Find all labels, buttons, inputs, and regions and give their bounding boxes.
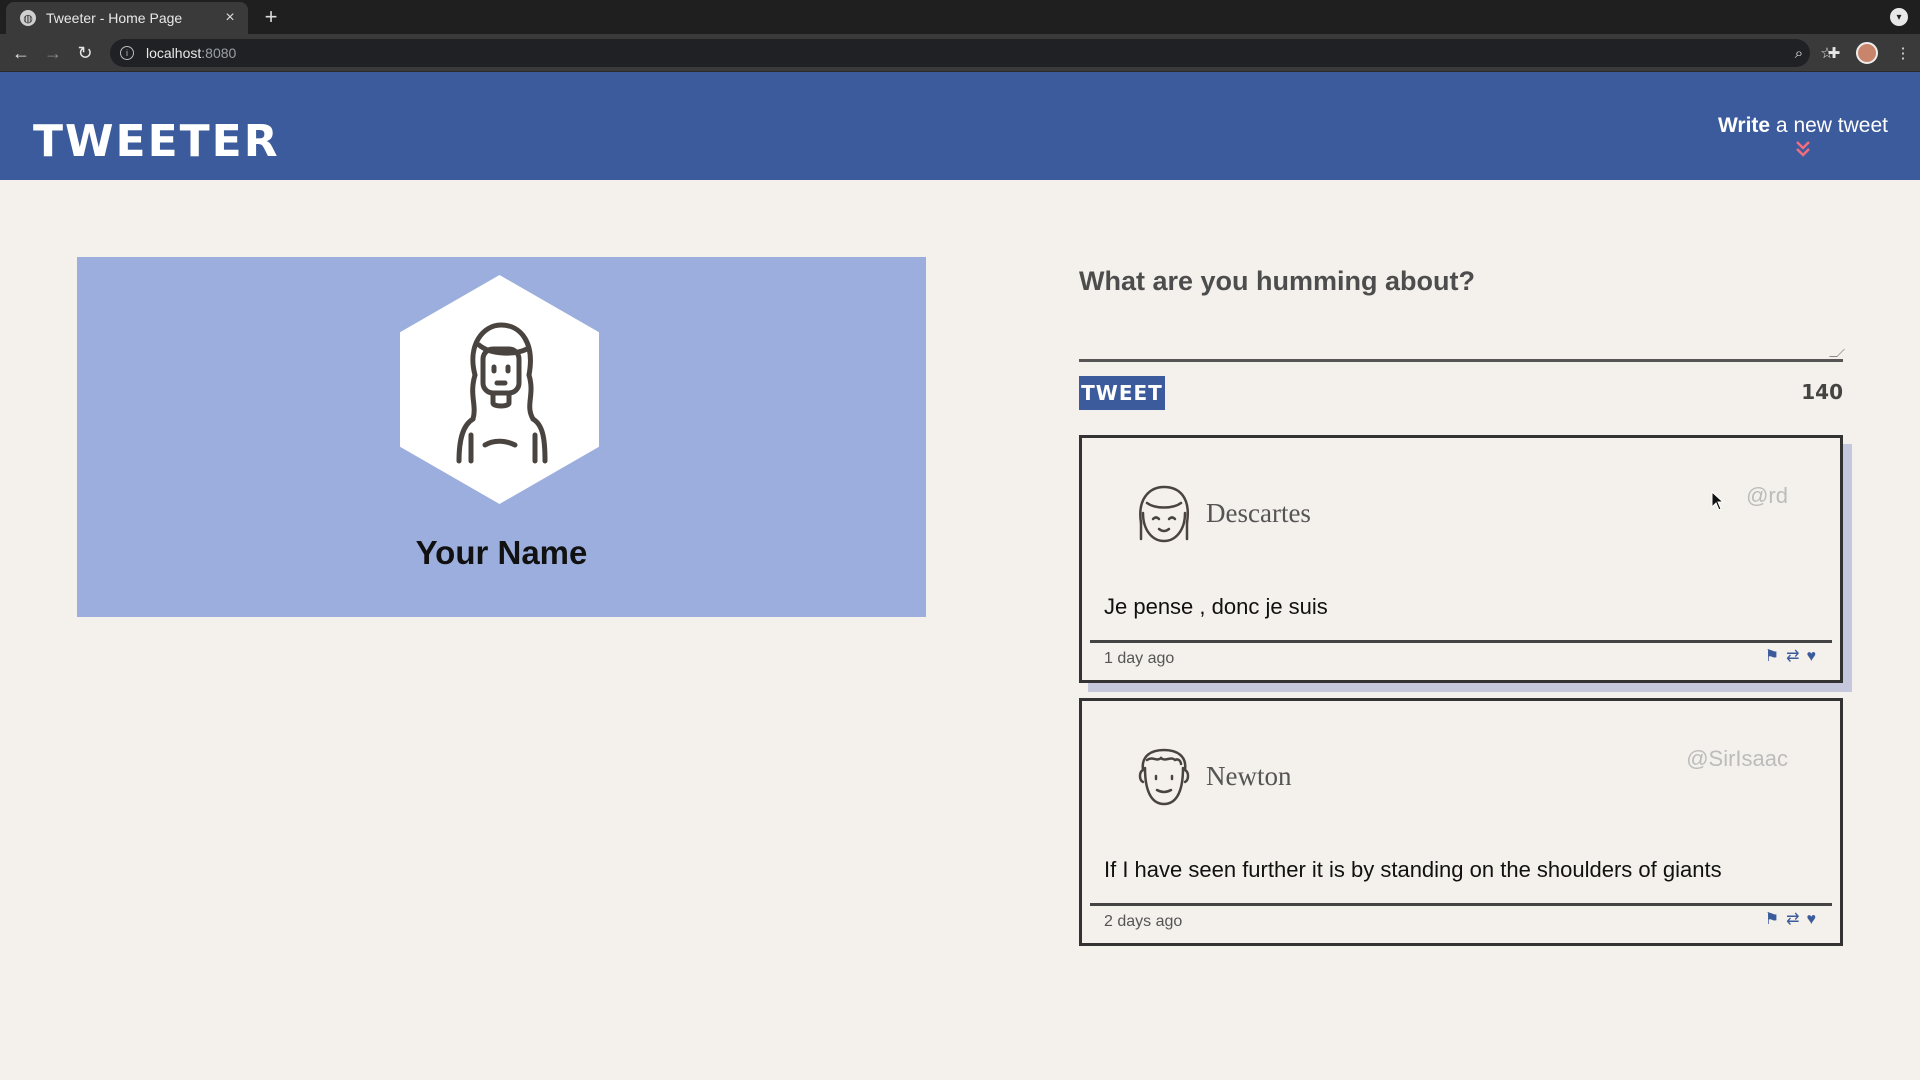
composer-prompt: What are you humming about? [1079,266,1475,296]
browser-tabbar: ◍ Tweeter - Home Page × + ▾ [0,0,1920,34]
flag-icon[interactable]: ⚑ [1765,911,1779,929]
compose-toggle-bold: Write [1717,114,1771,137]
woman-avatar-icon [456,322,547,463]
tweet-textarea[interactable] [1079,300,1845,362]
man-avatar-icon [1138,748,1190,806]
tweet-actions: ⚑ ⇄ ♥ [1765,648,1816,666]
tab-title: Tweeter - Home Page [46,10,183,26]
retweet-icon[interactable]: ⇄ [1786,911,1799,929]
write-new-tweet-toggle[interactable]: Write a new tweet [1718,114,1888,160]
address-bar[interactable]: i localhost:8080 [110,39,1810,67]
app-header: TWEETER Write a new tweet [0,72,1920,180]
compose-toggle-text: a new tweet [1770,114,1888,137]
tweet-divider [1090,640,1832,643]
tweet-card: Descartes @rd Je pense , donc je suis 1 … [1079,435,1843,683]
tweet-divider [1090,903,1832,906]
girl-avatar-icon [1139,485,1190,543]
tweet-actions: ⚑ ⇄ ♥ [1765,911,1816,929]
tweet-timestamp: 1 day ago [1104,650,1175,667]
back-icon[interactable]: ← [8,40,34,66]
zoom-icon[interactable]: ⌕ [1788,42,1810,64]
profile-avatar-hexagon [400,275,599,504]
profile-avatar[interactable] [1856,42,1878,64]
close-tab-icon[interactable]: × [218,6,242,30]
tweet-text: If I have seen further it is by standing… [1104,857,1722,882]
tweet-handle: @SirIsaac [1686,746,1788,771]
browser-toolbar: ← → ↻ i localhost:8080 ⌕ ☆ ✚ ⋮ [0,34,1920,72]
url-host: localhost [146,45,202,61]
reload-icon[interactable]: ↻ [72,40,98,66]
url-port: :8080 [201,45,237,61]
flag-icon[interactable]: ⚑ [1765,648,1779,666]
profile-name: Your Name [415,534,588,571]
new-tab-button[interactable]: + [258,4,284,30]
tab-search-icon[interactable]: ▾ [1890,8,1908,26]
tweet-author: Newton [1206,761,1292,791]
heart-icon[interactable]: ♥ [1807,911,1817,929]
double-chevron-down-icon [1718,140,1888,160]
resize-grip-icon[interactable] [1829,349,1845,357]
retweet-icon[interactable]: ⇄ [1786,648,1799,666]
character-counter: 140 [1801,380,1843,404]
tweet-author: Descartes [1206,498,1311,528]
tweet-timestamp: 2 days ago [1104,913,1183,930]
browser-tab[interactable]: ◍ Tweeter - Home Page × [6,2,248,34]
extensions-icon[interactable]: ✚ [1823,42,1845,64]
heart-icon[interactable]: ♥ [1807,648,1817,666]
site-info-icon[interactable]: i [120,46,134,60]
profile-card: Your Name [77,257,926,617]
tweet-text: Je pense , donc je suis [1104,594,1328,619]
forward-icon[interactable]: → [40,40,66,66]
mouse-cursor-icon [1711,491,1725,511]
browser-menu-icon[interactable]: ⋮ [1892,42,1914,64]
tweet-card: Newton @SirIsaac If I have seen further … [1079,698,1843,946]
tweet-handle: @rd [1746,483,1788,508]
globe-icon: ◍ [20,10,36,26]
brand-logo: TWEETER [33,116,280,167]
tweet-submit-button[interactable]: TWEET [1079,376,1165,410]
